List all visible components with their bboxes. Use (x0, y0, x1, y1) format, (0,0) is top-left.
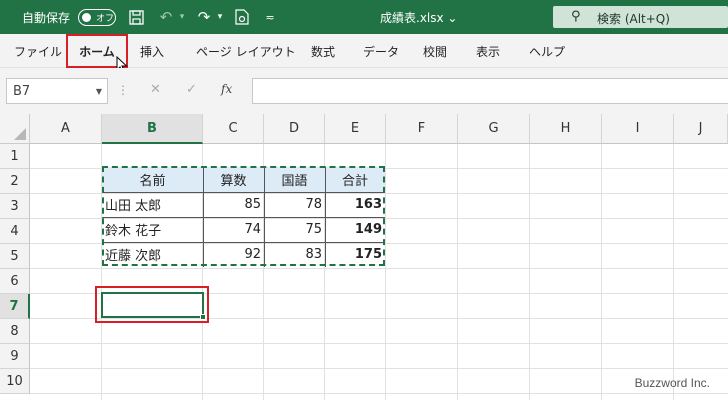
autosave-label: 自動保存 (22, 11, 71, 25)
table-border (102, 217, 385, 218)
name-box-value: B7 (13, 84, 31, 99)
column-header-g[interactable]: G (458, 114, 530, 144)
column-header-i[interactable]: I (602, 114, 674, 144)
column-header-b[interactable]: B (102, 114, 203, 144)
undo-dropdown-icon[interactable]: ▾ (176, 7, 188, 27)
search-placeholder: 検索 (Alt+Q) (597, 12, 670, 26)
table-cell[interactable]: 75 (264, 217, 325, 242)
gridline (457, 144, 458, 400)
name-box-dropdown-icon[interactable]: ▼ (96, 87, 102, 96)
table-cell[interactable]: 78 (264, 192, 325, 217)
table-cell[interactable]: 83 (264, 242, 325, 267)
row-header-7[interactable]: 7 (0, 294, 30, 319)
tab-page-layout[interactable]: ページ レイアウト (196, 43, 296, 60)
gridline (30, 268, 728, 269)
gridline (30, 393, 728, 394)
redo-dropdown-icon[interactable]: ▾ (214, 7, 226, 27)
row-header-9[interactable]: 9 (0, 344, 30, 369)
table-cell[interactable]: 山田 太郎 (102, 192, 203, 217)
autosave-toggle[interactable]: オフ (78, 9, 116, 26)
print-preview-icon[interactable] (232, 7, 252, 27)
column-header-a[interactable]: A (30, 114, 102, 144)
customize-toolbar-icon[interactable]: ≂ (262, 7, 278, 27)
formula-bar-grip-icon[interactable]: ⋮ (117, 83, 129, 97)
toggle-knob (82, 13, 91, 22)
table-header-total[interactable]: 合計 (325, 167, 385, 192)
table-header-japanese[interactable]: 国語 (264, 167, 325, 192)
gridline (673, 144, 674, 400)
table-border (102, 192, 385, 193)
column-header-h[interactable]: H (530, 114, 602, 144)
row-header-2[interactable]: 2 (0, 169, 30, 194)
title-bar: 自動保存 オフ ↶ ▾ ↷ ▾ ≂ 成績表.xlsx ⌄ ⚲ 検索 (Alt+Q… (0, 0, 728, 34)
gridline (30, 343, 728, 344)
tab-file[interactable]: ファイル (14, 43, 62, 60)
table-cell[interactable]: 175 (325, 242, 385, 267)
table-header-math[interactable]: 算数 (203, 167, 264, 192)
tab-review[interactable]: 校閲 (423, 43, 447, 60)
table-cell[interactable]: 74 (203, 217, 264, 242)
select-all-triangle-icon (14, 128, 26, 140)
row-header-5[interactable]: 5 (0, 244, 30, 269)
document-title[interactable]: 成績表.xlsx ⌄ (380, 9, 457, 26)
table-border (203, 167, 204, 267)
tab-view[interactable]: 表示 (476, 43, 500, 60)
tab-formulas[interactable]: 数式 (311, 43, 335, 60)
ribbon-tabs: ファイル ホーム 挿入 ページ レイアウト 数式 データ 校閲 表示 ヘルプ (0, 34, 728, 68)
table-border (264, 167, 265, 267)
table-border (325, 167, 326, 267)
name-box[interactable]: B7 ▼ (6, 78, 108, 104)
tab-help[interactable]: ヘルプ (529, 43, 565, 60)
insert-function-button[interactable]: fx (221, 82, 232, 96)
select-all-button[interactable] (0, 114, 30, 144)
undo-icon[interactable]: ↶ (156, 7, 176, 27)
autosave-state: オフ (96, 14, 115, 24)
highlight-box (95, 286, 209, 323)
cancel-icon[interactable]: ✕ (150, 82, 161, 97)
gridline (529, 144, 530, 400)
table-cell[interactable]: 163 (325, 192, 385, 217)
table-border (102, 242, 385, 243)
row-header-10[interactable]: 10 (0, 369, 30, 394)
formula-input[interactable] (252, 78, 728, 104)
search-icon: ⚲ (571, 9, 581, 24)
column-header-f[interactable]: F (386, 114, 458, 144)
save-icon[interactable] (126, 7, 146, 27)
column-header-j[interactable]: J (674, 114, 728, 144)
watermark: Buzzword Inc. (634, 376, 710, 390)
table-cell[interactable]: 近藤 次郎 (102, 242, 203, 267)
row-header-3[interactable]: 3 (0, 194, 30, 219)
table-cell[interactable]: 85 (203, 192, 264, 217)
row-header-1[interactable]: 1 (0, 144, 30, 169)
tab-data[interactable]: データ (363, 43, 399, 60)
row-header-4[interactable]: 4 (0, 219, 30, 244)
column-header-e[interactable]: E (325, 114, 386, 144)
table-header-name[interactable]: 名前 (102, 167, 203, 192)
gridline (601, 144, 602, 400)
table-cell[interactable]: 149 (325, 217, 385, 242)
table-cell[interactable]: 92 (203, 242, 264, 267)
tab-insert[interactable]: 挿入 (140, 43, 164, 60)
gridline (385, 144, 386, 400)
table-cell[interactable]: 鈴木 花子 (102, 217, 203, 242)
gridline (30, 368, 728, 369)
column-header-c[interactable]: C (203, 114, 264, 144)
column-header-d[interactable]: D (264, 114, 325, 144)
enter-icon[interactable]: ✓ (186, 82, 197, 97)
filename-text: 成績表.xlsx (380, 11, 444, 25)
redo-icon[interactable]: ↷ (194, 7, 214, 27)
row-header-8[interactable]: 8 (0, 319, 30, 344)
formula-bar: B7 ▼ ⋮ ✕ ✓ fx (0, 68, 728, 114)
search-box[interactable]: ⚲ 検索 (Alt+Q) (553, 6, 728, 28)
row-header-6[interactable]: 6 (0, 269, 30, 294)
